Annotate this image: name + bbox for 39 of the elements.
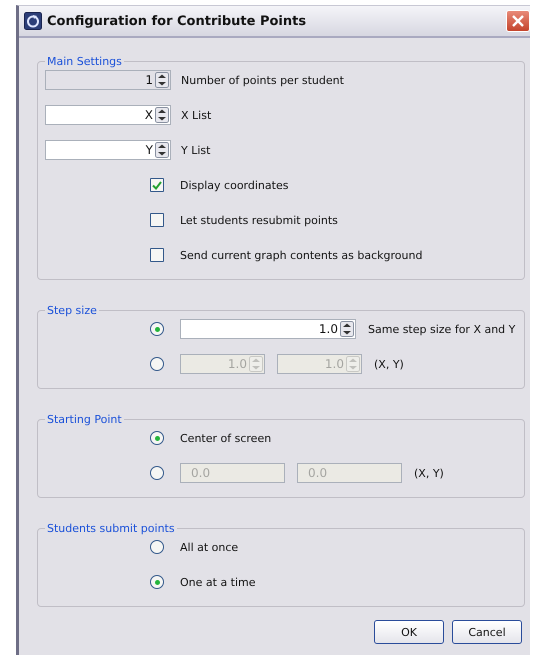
group-title: Starting Point <box>46 413 123 426</box>
radio-button[interactable] <box>150 466 164 480</box>
option-label: Center of screen <box>180 432 272 444</box>
radio-button[interactable] <box>150 540 164 554</box>
close-button[interactable] <box>506 10 530 32</box>
dialog-button[interactable]: Cancel <box>452 620 522 644</box>
option-label: All at once <box>180 540 238 554</box>
field-label: Number of points per student <box>181 74 344 86</box>
radio-button[interactable] <box>150 357 164 371</box>
field-label: Y List <box>181 144 210 156</box>
app-icon <box>24 12 42 30</box>
radio-button[interactable] <box>150 322 164 336</box>
spinner-field[interactable]: Y <box>45 140 171 160</box>
option-label: (X, Y) <box>414 466 444 480</box>
checkbox[interactable] <box>150 248 164 262</box>
checkbox-label: Let students resubmit points <box>180 214 338 226</box>
radio-button[interactable] <box>150 431 164 445</box>
close-icon <box>512 15 524 27</box>
spinner-arrows-icon[interactable] <box>155 72 169 88</box>
spinner-field[interactable]: X <box>45 105 171 125</box>
option-label: (X, Y) <box>374 358 404 370</box>
window-title: Configuration for Contribute Points <box>47 14 308 28</box>
spinner-arrows-icon[interactable] <box>155 107 169 123</box>
radio-button[interactable] <box>150 575 164 589</box>
group-title: Main Settings <box>46 55 123 68</box>
field-label: X List <box>181 108 212 122</box>
checkbox-label: Send current graph contents as background <box>180 248 422 262</box>
spinner-arrows-icon[interactable] <box>340 321 354 337</box>
checkbox-label: Display coordinates <box>180 178 288 192</box>
option-label: One at a time <box>180 576 256 588</box>
checkbox[interactable] <box>150 178 164 192</box>
spinner-arrows-icon[interactable] <box>155 142 169 158</box>
spinner-field[interactable]: 1 <box>45 70 171 90</box>
dialog-button[interactable]: OK <box>374 620 444 644</box>
group-title: Step size <box>46 304 98 317</box>
spinner-field[interactable]: 1.0 <box>180 319 356 339</box>
checkbox[interactable] <box>150 213 164 227</box>
group-title: Students submit points <box>46 522 176 535</box>
option-label: Same step size for X and Y <box>368 322 516 336</box>
